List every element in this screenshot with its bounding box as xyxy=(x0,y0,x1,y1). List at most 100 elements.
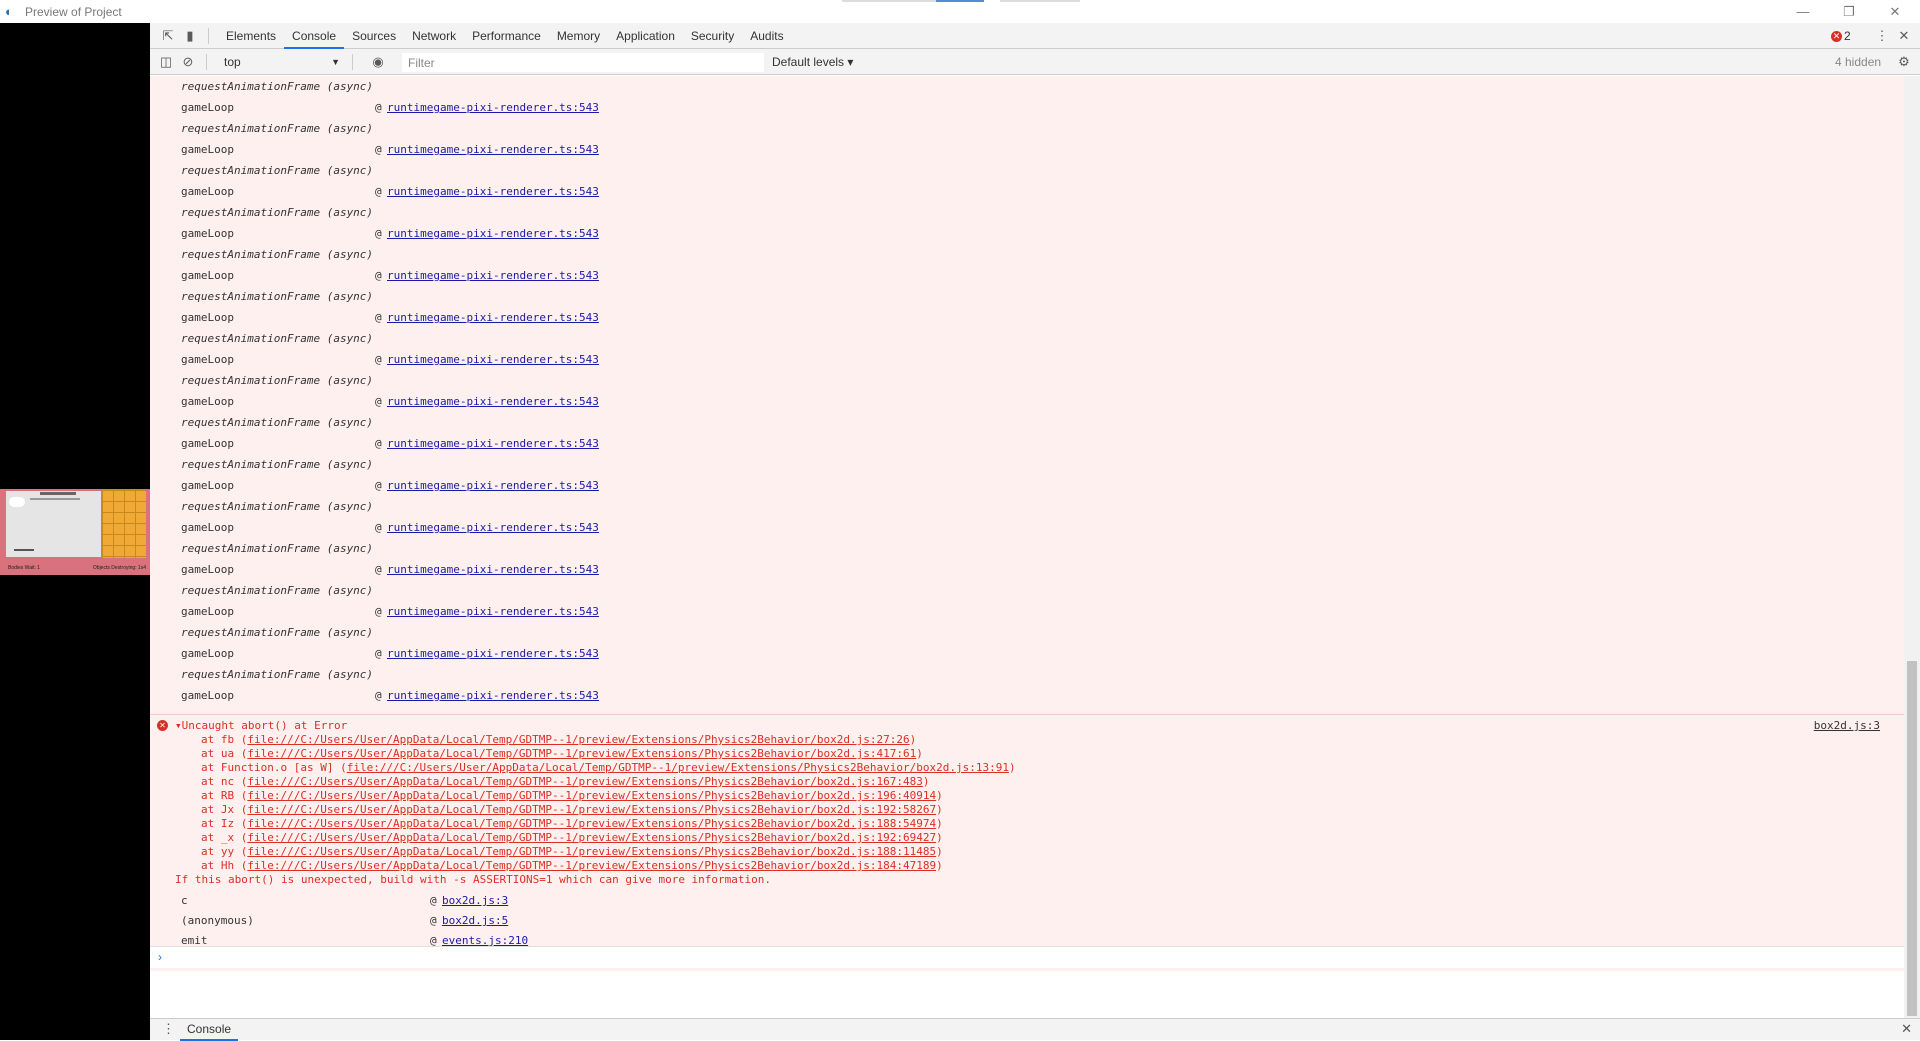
frame-source-link[interactable]: runtimegame-pixi-renderer.ts:543 xyxy=(387,139,599,160)
trace-suffix: ) xyxy=(936,845,943,858)
tab-console[interactable]: Console xyxy=(284,23,345,49)
error-count: 2 xyxy=(1844,29,1851,43)
game-canvas[interactable]: Bodies Wait: 1 Objects Destroying: 1s4 xyxy=(0,489,150,575)
frame-at-sign: @ xyxy=(375,521,382,534)
tab-security[interactable]: Security xyxy=(683,23,742,49)
trace-suffix: ) xyxy=(936,817,943,830)
restore-icon[interactable]: ❐ xyxy=(1826,0,1872,23)
trace-line: at Jx (file:///C:/Users/User/AppData/Loc… xyxy=(150,803,1904,817)
titlebar-accent-2 xyxy=(1000,0,1080,2)
stack-frame-row: gameLoop @ runtimegame-pixi-renderer.ts:54… xyxy=(150,685,1904,706)
tab-audits[interactable]: Audits xyxy=(742,23,791,49)
app-icon: ◐ xyxy=(5,3,13,19)
close-icon[interactable]: ✕ xyxy=(1872,0,1918,23)
frame-at-sign: @ xyxy=(375,395,382,408)
frame-source-link[interactable]: runtimegame-pixi-renderer.ts:543 xyxy=(387,559,599,580)
async-boundary-label: requestAnimationFrame (async) xyxy=(181,206,374,219)
frame-function: gameLoop xyxy=(181,521,234,534)
frame-source-link[interactable]: runtimegame-pixi-renderer.ts:543 xyxy=(387,223,599,244)
trace-prefix: at fb ( xyxy=(201,733,248,746)
trace-line: at _x (file:///C:/Users/User/AppData/Loc… xyxy=(150,831,1904,845)
frame-source-link[interactable]: runtimegame-pixi-renderer.ts:543 xyxy=(387,265,599,286)
frame-source-link[interactable]: runtimegame-pixi-renderer.ts:543 xyxy=(387,307,599,328)
drawer-tab-console[interactable]: Console xyxy=(180,1019,239,1041)
tab-memory[interactable]: Memory xyxy=(549,23,608,49)
trace-url-link[interactable]: file:///C:/Users/User/AppData/Local/Temp… xyxy=(247,817,936,830)
log-levels-dropdown[interactable]: Default levels ▾ xyxy=(772,53,853,71)
filter-input[interactable] xyxy=(402,53,764,72)
error-header[interactable]: ▾Uncaught abort() at Error xyxy=(150,719,1904,733)
trace-line: at Iz (file:///C:/Users/User/AppData/Loc… xyxy=(150,817,1904,831)
frame-source-link[interactable]: runtimegame-pixi-renderer.ts:543 xyxy=(387,643,599,664)
frame-function: gameLoop xyxy=(181,647,234,660)
stack-frame-row: gameLoop @ runtimegame-pixi-renderer.ts:54… xyxy=(150,349,1904,370)
frame-source-link[interactable]: runtimegame-pixi-renderer.ts:543 xyxy=(387,433,599,454)
devtools-toolbar: ⇱ ▮ Elements Console Sources Network Per… xyxy=(150,23,1920,49)
frame-source-link[interactable]: runtimegame-pixi-renderer.ts:543 xyxy=(387,475,599,496)
more-options-icon[interactable]: ⋮ xyxy=(1874,28,1890,44)
frame-function: gameLoop xyxy=(181,101,234,114)
frame-source-link[interactable]: runtimegame-pixi-renderer.ts:543 xyxy=(387,517,599,538)
live-expression-eye-icon[interactable]: ◉ xyxy=(370,54,386,70)
trace-suffix: ) xyxy=(916,747,923,760)
frame-source-link[interactable]: runtimegame-pixi-renderer.ts:543 xyxy=(387,601,599,622)
trace-prefix: at Jx ( xyxy=(201,803,248,816)
trace-line: at yy (file:///C:/Users/User/AppData/Loc… xyxy=(150,845,1904,859)
gear-icon[interactable]: ⚙ xyxy=(1896,54,1912,70)
close-drawer-icon[interactable]: ✕ xyxy=(1901,1021,1912,1037)
trace-prefix: at _x ( xyxy=(201,831,248,844)
trace-suffix: ) xyxy=(936,831,943,844)
window-titlebar: ◐ Preview of Project — ❐ ✕ xyxy=(0,0,1920,23)
trace-url-link[interactable]: file:///C:/Users/User/AppData/Local/Temp… xyxy=(247,733,909,746)
frame-source-link[interactable]: box2d.js:3 xyxy=(442,891,508,911)
error-source-link[interactable]: box2d.js:3 xyxy=(1814,719,1880,732)
tab-network[interactable]: Network xyxy=(404,23,464,49)
chevron-down-icon: ▼ xyxy=(331,57,340,67)
trace-url-link[interactable]: file:///C:/Users/User/AppData/Local/Temp… xyxy=(247,775,923,788)
trace-url-link[interactable]: file:///C:/Users/User/AppData/Local/Temp… xyxy=(347,761,1009,774)
frame-source-link[interactable]: runtimegame-pixi-renderer.ts:543 xyxy=(387,181,599,202)
stack-frame-row: gameLoop @ runtimegame-pixi-renderer.ts:54… xyxy=(150,181,1904,202)
frame-function: c xyxy=(181,894,188,907)
frame-source-link[interactable]: runtimegame-pixi-renderer.ts:543 xyxy=(387,349,599,370)
trace-url-link[interactable]: file:///C:/Users/User/AppData/Local/Temp… xyxy=(247,859,936,872)
clear-console-icon[interactable]: ⊘ xyxy=(180,54,196,70)
trace-suffix: ) xyxy=(909,733,917,746)
trace-url-link[interactable]: file:///C:/Users/User/AppData/Local/Temp… xyxy=(247,845,936,858)
tab-elements[interactable]: Elements xyxy=(218,23,284,49)
stack-frame-row: gameLoop @ runtimegame-pixi-renderer.ts:54… xyxy=(150,601,1904,622)
trace-url-link[interactable]: file:///C:/Users/User/AppData/Local/Temp… xyxy=(247,789,936,802)
scrollbar-thumb[interactable] xyxy=(1907,661,1917,1016)
async-boundary-label: requestAnimationFrame (async) xyxy=(181,122,374,135)
trace-url-link[interactable]: file:///C:/Users/User/AppData/Local/Temp… xyxy=(247,831,936,844)
trace-prefix: at ua ( xyxy=(201,747,248,760)
frame-function: gameLoop xyxy=(181,605,234,618)
frame-source-link[interactable]: runtimegame-pixi-renderer.ts:543 xyxy=(387,685,599,706)
async-boundary-label: requestAnimationFrame (async) xyxy=(181,164,374,177)
trace-line: at nc (file:///C:/Users/User/AppData/Loc… xyxy=(150,775,1904,789)
device-toolbar-icon[interactable]: ▮ xyxy=(182,28,198,44)
hud-left: Bodies Wait: 1 xyxy=(8,565,41,571)
frame-source-link[interactable]: runtimegame-pixi-renderer.ts:543 xyxy=(387,97,599,118)
tab-application[interactable]: Application xyxy=(608,23,683,49)
frame-source-link[interactable]: box2d.js:5 xyxy=(442,911,508,931)
error-trace: at fb (file:///C:/Users/User/AppData/Loc… xyxy=(150,733,1904,873)
devtools-panel: ⇱ ▮ Elements Console Sources Network Per… xyxy=(150,23,1920,1041)
inspect-element-icon[interactable]: ⇱ xyxy=(160,28,176,44)
stack-frame-row: gameLoop @ runtimegame-pixi-renderer.ts:54… xyxy=(150,139,1904,160)
trace-url-link[interactable]: file:///C:/Users/User/AppData/Local/Temp… xyxy=(247,803,936,816)
error-count-badge[interactable]: ✕ 2 xyxy=(1831,28,1851,44)
context-selector[interactable]: top ▼ xyxy=(218,53,344,71)
more-vert-icon[interactable]: ⋮ xyxy=(162,1021,175,1037)
sidebar-toggle-icon[interactable]: ◫ xyxy=(158,54,174,70)
tab-performance[interactable]: Performance xyxy=(464,23,549,49)
console-prompt[interactable]: › xyxy=(150,946,1904,968)
frame-source-link[interactable]: runtimegame-pixi-renderer.ts:543 xyxy=(387,391,599,412)
tab-sources[interactable]: Sources xyxy=(344,23,404,49)
trace-prefix: at nc ( xyxy=(201,775,248,788)
minimize-icon[interactable]: — xyxy=(1780,0,1826,23)
console-scrollbar[interactable] xyxy=(1904,76,1920,1018)
trace-url-link[interactable]: file:///C:/Users/User/AppData/Local/Temp… xyxy=(247,747,916,760)
console-drawer: ⋮ Console ✕ xyxy=(150,1018,1920,1041)
close-devtools-icon[interactable]: ✕ xyxy=(1896,28,1912,44)
